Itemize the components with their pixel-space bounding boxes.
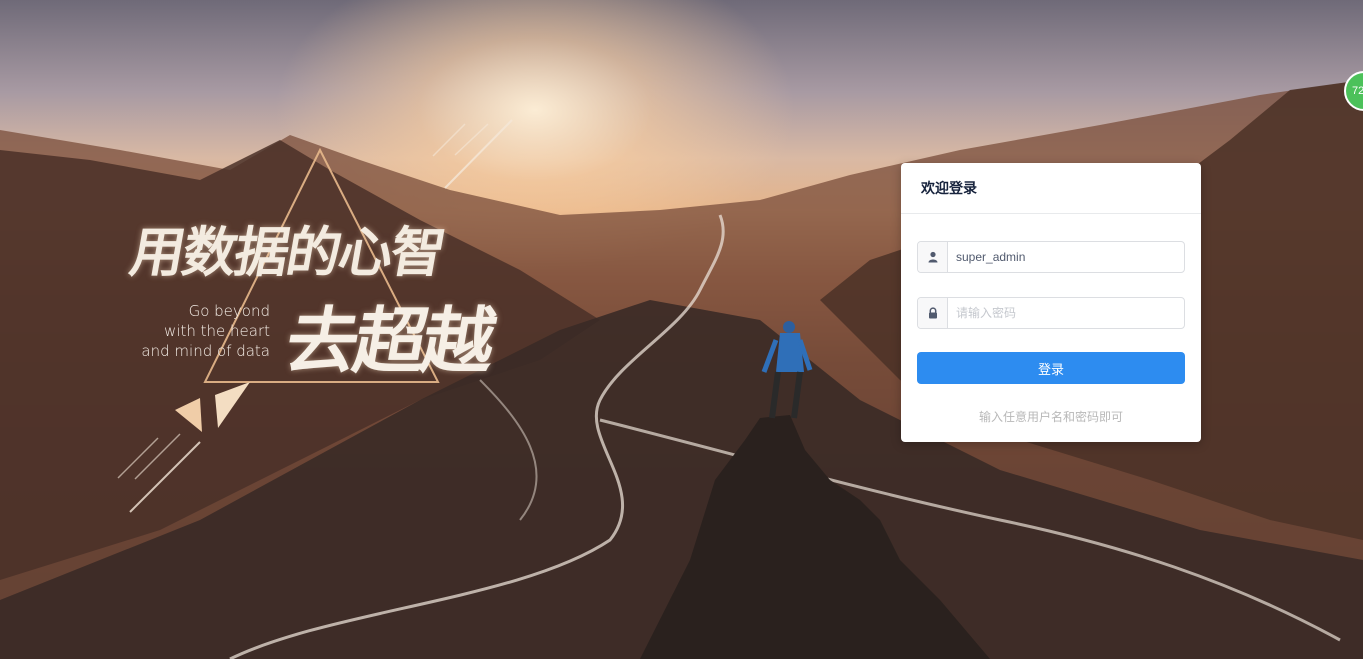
username-field[interactable] <box>917 241 1185 273</box>
login-button[interactable]: 登录 <box>917 352 1185 384</box>
slogan-english-line: and mind of data <box>141 342 270 360</box>
password-field[interactable] <box>917 297 1185 329</box>
user-icon <box>918 242 948 272</box>
login-card: 欢迎登录 登录 输入任意用户名和密码即可 <box>901 163 1201 442</box>
password-input[interactable] <box>948 299 1184 327</box>
lock-icon <box>918 298 948 328</box>
login-title: 欢迎登录 <box>901 163 1201 214</box>
slogan-english: Go beyond with the heart and mind of dat… <box>140 301 270 361</box>
slogan-chinese-line2: 去超越 <box>279 298 499 383</box>
username-input[interactable] <box>948 243 1184 271</box>
login-hint: 输入任意用户名和密码即可 <box>978 410 1123 424</box>
slogan-english-line: Go beyond <box>188 302 270 320</box>
slogan-chinese-line1: 用数据的心智 <box>125 220 449 284</box>
slogan-english-line: with the heart <box>164 322 270 340</box>
